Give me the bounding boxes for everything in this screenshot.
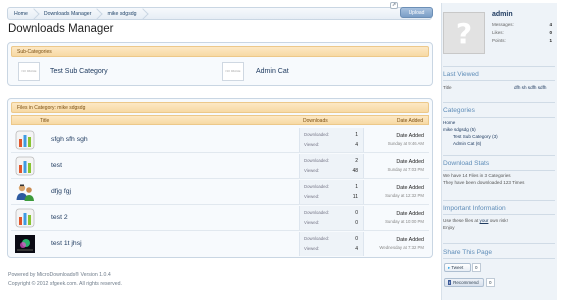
files-heading: Files in Category: mike sdgsdg <box>11 102 429 113</box>
column-downloads[interactable]: Downloads <box>303 118 328 124</box>
date-added-label: Date Added <box>396 133 424 139</box>
important-info-text: Use these files at your own risk! <box>443 218 508 223</box>
footer-copyright: Copyright © 2012 sfgeek.com. All rights … <box>8 281 122 287</box>
date-added-value: Sunday at 10:00 PM <box>385 219 424 224</box>
image-icon <box>15 234 35 254</box>
files-panel: Files in Category: mike sdgsdg Title Dow… <box>7 98 433 258</box>
column-title[interactable]: Title <box>40 118 49 124</box>
file-stats: Downloaded: 0 Viewed: 0 <box>299 206 364 230</box>
divider <box>443 214 555 215</box>
date-added-label: Date Added <box>396 159 424 165</box>
divider <box>443 80 555 81</box>
file-row: test 2 Downloaded: 0 Viewed: 0 Date Added … <box>11 205 429 231</box>
divider <box>443 243 555 244</box>
bar-chart-icon <box>15 156 35 176</box>
subcategories-heading: Sub-Categories <box>11 46 429 57</box>
date-added-label: Date Added <box>396 237 424 243</box>
important-info-title: Important Information <box>443 205 506 212</box>
breadcrumb-downloads-manager[interactable]: Downloads Manager <box>35 8 99 19</box>
bar-chart-icon <box>15 130 35 150</box>
file-title-link[interactable]: test <box>51 162 62 169</box>
column-date[interactable]: Date Added <box>397 118 423 124</box>
categories-title: Categories <box>443 107 475 114</box>
page-title: Downloads Manager <box>8 23 114 35</box>
download-stats-files: We have 14 Files in 3 Categories <box>443 173 511 178</box>
file-stats: Downloaded: 1 Viewed: 4 <box>299 128 364 152</box>
file-stats: Downloaded: 2 Viewed: 48 <box>299 154 364 178</box>
subcategories-panel: Sub-Categories NO IMAGE Test Sub Categor… <box>7 42 433 86</box>
subcategory-link[interactable]: Admin Cat <box>256 68 289 75</box>
upload-button[interactable]: Upload <box>400 7 433 18</box>
file-stats: Downloaded: 0 Viewed: 4 <box>299 232 364 256</box>
subcategory-thumbnail: NO IMAGE <box>222 61 244 81</box>
category-link-home[interactable]: Home <box>443 120 455 125</box>
divider <box>443 117 555 118</box>
date-added-label: Date Added <box>396 185 424 191</box>
file-row: dfjg fgj Downloaded: 1 Viewed: 11 Date Add… <box>11 179 429 205</box>
subcategory-item[interactable]: NO IMAGE Test Sub Category <box>18 60 108 82</box>
download-stats-downloads: They have been downloaded 123 Times <box>443 180 525 185</box>
important-info-enjoy: Enjoy <box>443 225 455 230</box>
file-row: sfgh sfh sgh Downloaded: 1 Viewed: 4 Date … <box>11 127 429 153</box>
last-viewed-title: Last Viewed <box>443 71 479 78</box>
last-viewed-label: Title <box>443 85 452 90</box>
file-title-link[interactable]: sfgh sfh sgh <box>51 136 88 143</box>
divider <box>443 102 555 103</box>
divider <box>443 200 555 201</box>
file-title-link[interactable]: dfjg fgj <box>51 188 71 195</box>
divider <box>443 170 555 171</box>
last-viewed-link[interactable]: dfh sh sdfh sdfh <box>514 85 546 90</box>
file-row: test Downloaded: 2 Viewed: 48 Date Added S… <box>11 153 429 179</box>
jump-menu-icon[interactable]: ⇗ <box>390 2 398 9</box>
tweet-count: 0 <box>472 263 481 272</box>
user-stat-likes: Likes: 0 <box>492 30 552 35</box>
footer-powered-by[interactable]: Powered by MicroDownloads® Version 1.0.4 <box>8 272 111 278</box>
users-icon <box>15 182 35 202</box>
user-stat-points: Points: 1 <box>492 38 552 43</box>
category-link[interactable]: Test Sub Category (3) <box>453 134 498 139</box>
divider <box>443 155 555 156</box>
date-added-value: Wednesday at 7:32 PM <box>379 245 424 250</box>
subcategory-link[interactable]: Test Sub Category <box>50 68 108 75</box>
recommend-button[interactable]: f Recommend <box>444 278 484 287</box>
share-title: Share This Page <box>443 249 492 256</box>
date-added-label: Date Added <box>396 211 424 217</box>
twitter-bird-icon: ▸ <box>448 264 451 270</box>
breadcrumb-home[interactable]: Home <box>8 8 35 19</box>
date-added-value: Sunday at 9:46 AM <box>387 141 424 146</box>
category-link[interactable]: Admin Cat (6) <box>453 141 481 146</box>
category-link[interactable]: mike sdgsdg (5) <box>443 127 476 132</box>
file-row: test 1t jhsj Downloaded: 0 Viewed: 4 Date … <box>11 231 429 257</box>
files-column-header: Title Downloads Date Added <box>11 115 429 125</box>
file-title-link[interactable]: test 1t jhsj <box>51 240 82 247</box>
divider <box>443 258 555 259</box>
tweet-button[interactable]: ▸ Tweet <box>444 263 471 272</box>
date-added-value: Sunday at 12:32 PM <box>385 193 424 198</box>
breadcrumb-category[interactable]: mike sdgsdg <box>98 8 143 19</box>
breadcrumb: Home Downloads Manager mike sdgsdg <box>7 7 432 20</box>
date-added-value: Sunday at 7:03 PM <box>387 167 424 172</box>
facebook-icon: f <box>448 280 452 285</box>
file-title-link[interactable]: test 2 <box>51 214 68 221</box>
username-link[interactable]: admin <box>492 11 513 18</box>
avatar[interactable]: ? <box>443 12 485 54</box>
subcategory-item[interactable]: NO IMAGE Admin Cat <box>222 60 289 82</box>
subcategory-thumbnail: NO IMAGE <box>18 61 40 81</box>
file-stats: Downloaded: 1 Viewed: 11 <box>299 180 364 204</box>
recommend-count: 0 <box>486 278 495 287</box>
download-stats-title: Download Stats <box>443 160 490 167</box>
user-stat-messages: Messages: 4 <box>492 22 552 27</box>
divider <box>443 66 555 67</box>
bar-chart-icon <box>15 208 35 228</box>
